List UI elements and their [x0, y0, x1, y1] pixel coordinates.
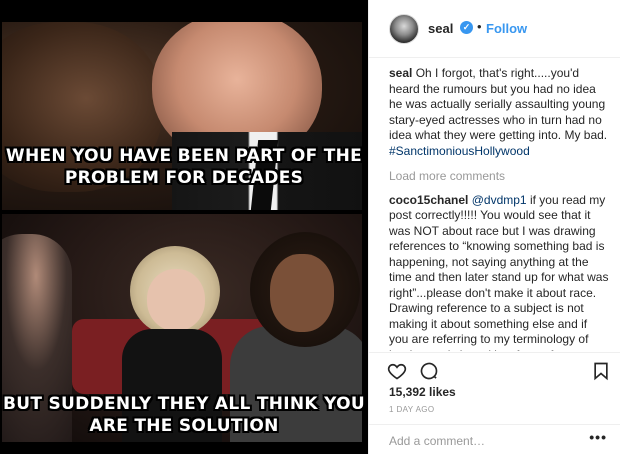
likes-count[interactable]: 15,392 likes [389, 385, 456, 399]
comments-list[interactable]: seal Oh I forgot, that's right.....you'd… [389, 66, 609, 351]
comment-bubble-icon[interactable] [419, 361, 439, 381]
comment-username[interactable]: seal [389, 66, 412, 80]
comment-text: if you read my post correctly!!!!! You w… [389, 192, 609, 352]
post-media[interactable]: WHEN YOU HAVE BEEN PART OF THE PROBLEM F… [0, 0, 368, 454]
follow-button[interactable]: Follow [486, 21, 527, 36]
bookmark-icon[interactable] [591, 361, 611, 381]
comment-caption: seal Oh I forgot, that's right.....you'd… [389, 66, 609, 159]
comment-mention[interactable]: @dvdmp1 [472, 193, 527, 207]
header-separator: • [477, 19, 482, 34]
avatar[interactable] [389, 14, 419, 44]
more-options-icon[interactable]: ••• [589, 429, 607, 445]
comment-hashtag[interactable]: #SanctimoniousHollywood [389, 144, 530, 158]
add-comment-input[interactable]: Add a comment… [389, 434, 485, 448]
load-more-comments-button[interactable]: Load more comments [389, 169, 609, 185]
post-details-panel: seal ✓ • Follow seal Oh I forgot, that's… [368, 0, 620, 454]
comment-text: Oh I forgot, that's right.....you'd hear… [389, 66, 608, 142]
verified-badge-icon: ✓ [460, 21, 473, 34]
add-comment-bar: Add a comment… ••• [369, 424, 620, 454]
header-username[interactable]: seal [428, 21, 453, 36]
post-actions-bar [369, 352, 620, 382]
meme-bottom-woman-face [270, 254, 334, 332]
meme-bottom-blonde-face [147, 269, 205, 331]
comment-item: coco15chanel @dvdmp1 if you read my post… [389, 193, 609, 352]
post-header: seal ✓ • Follow [369, 0, 620, 58]
meme-caption-top: WHEN YOU HAVE BEEN PART OF THE PROBLEM F… [5, 146, 363, 188]
heart-icon[interactable] [387, 361, 407, 381]
comment-username[interactable]: coco15chanel [389, 193, 468, 207]
meme-caption-bottom: BUT SUDDENLY THEY ALL THINK YOU ARE THE … [3, 394, 365, 436]
post-timestamp: 1 DAY AGO [389, 405, 435, 414]
